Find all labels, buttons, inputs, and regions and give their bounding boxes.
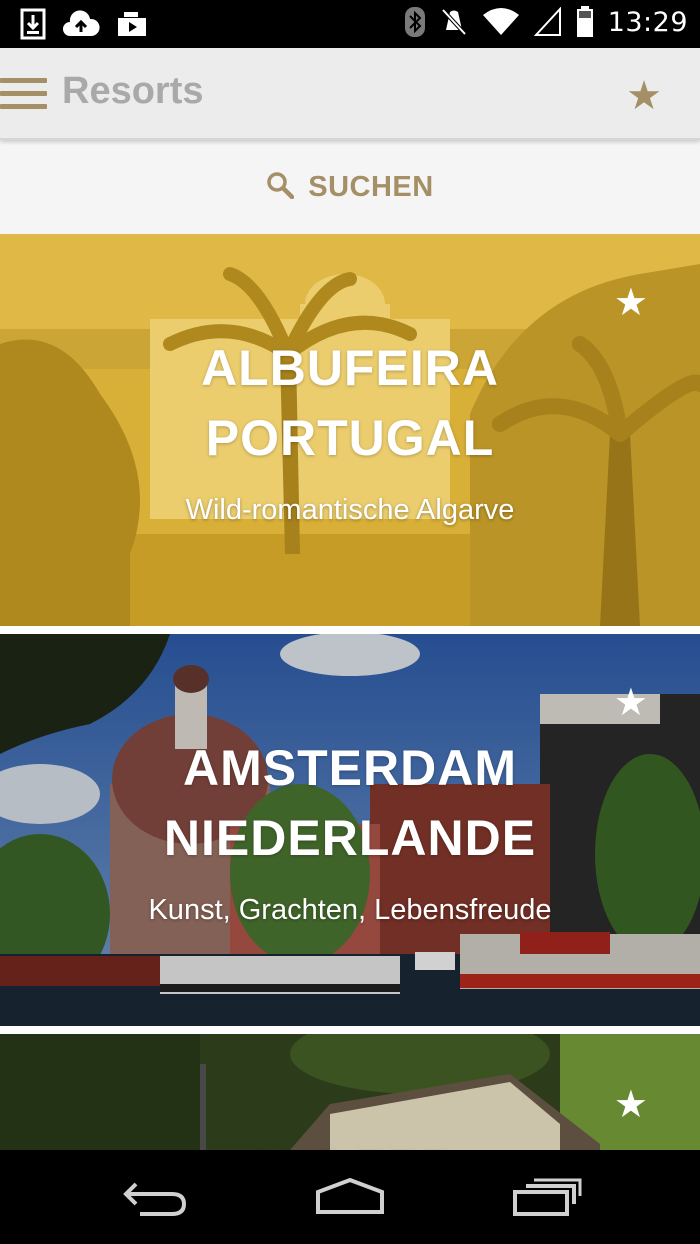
star-icon[interactable]: ★ (626, 76, 662, 116)
resort-title-line2: PORTUGAL (205, 410, 495, 466)
status-bar: 13:29 (0, 0, 700, 48)
resort-title-line1: ALBUFEIRA (201, 340, 499, 396)
divider (0, 1026, 700, 1034)
download-icon (20, 8, 46, 40)
favorite-star-icon[interactable]: ★ (614, 684, 648, 722)
resort-title-line2: NIEDERLANDE (163, 810, 537, 866)
search-button[interactable]: SUCHEN (0, 140, 700, 234)
hamburger-menu-icon[interactable] (0, 78, 47, 110)
signal-icon (533, 7, 562, 37)
resort-subtitle: Kunst, Grachten, Lebensfreude (148, 894, 552, 926)
cloud-upload-icon (62, 10, 100, 38)
home-icon[interactable] (314, 1177, 386, 1221)
bluetooth-icon (404, 6, 426, 38)
mute-icon (440, 6, 468, 38)
status-time: 13:29 (607, 6, 688, 38)
resort-title-line1: AMSTERDAM (183, 740, 517, 796)
resort-card-amsterdam[interactable]: ★ AMSTERDAM NIEDERLANDE Kunst, Grachten,… (0, 634, 700, 1026)
resort-subtitle: Wild-romantische Algarve (185, 494, 515, 526)
app-bar: Resorts ★ (0, 48, 700, 140)
resort-title-line1: ANDFER (0, 1132, 700, 1150)
divider (0, 626, 700, 634)
battery-icon (576, 6, 594, 38)
back-icon[interactable] (122, 1178, 188, 1221)
resort-card-albufeira[interactable]: ★ ALBUFEIRA PORTUGAL Wild-romantische Al… (0, 234, 700, 626)
search-label: SUCHEN (308, 170, 434, 203)
recent-apps-icon[interactable] (512, 1178, 582, 1221)
page-title: Resorts (62, 70, 204, 112)
media-icon (116, 10, 148, 38)
favorite-star-icon[interactable]: ★ (614, 284, 648, 322)
search-icon (266, 171, 295, 204)
system-nav-bar (0, 1150, 700, 1244)
wifi-icon (482, 7, 520, 37)
resort-card-andfer[interactable]: ★ ANDFER (0, 1034, 700, 1150)
favorite-star-icon[interactable]: ★ (614, 1086, 648, 1124)
